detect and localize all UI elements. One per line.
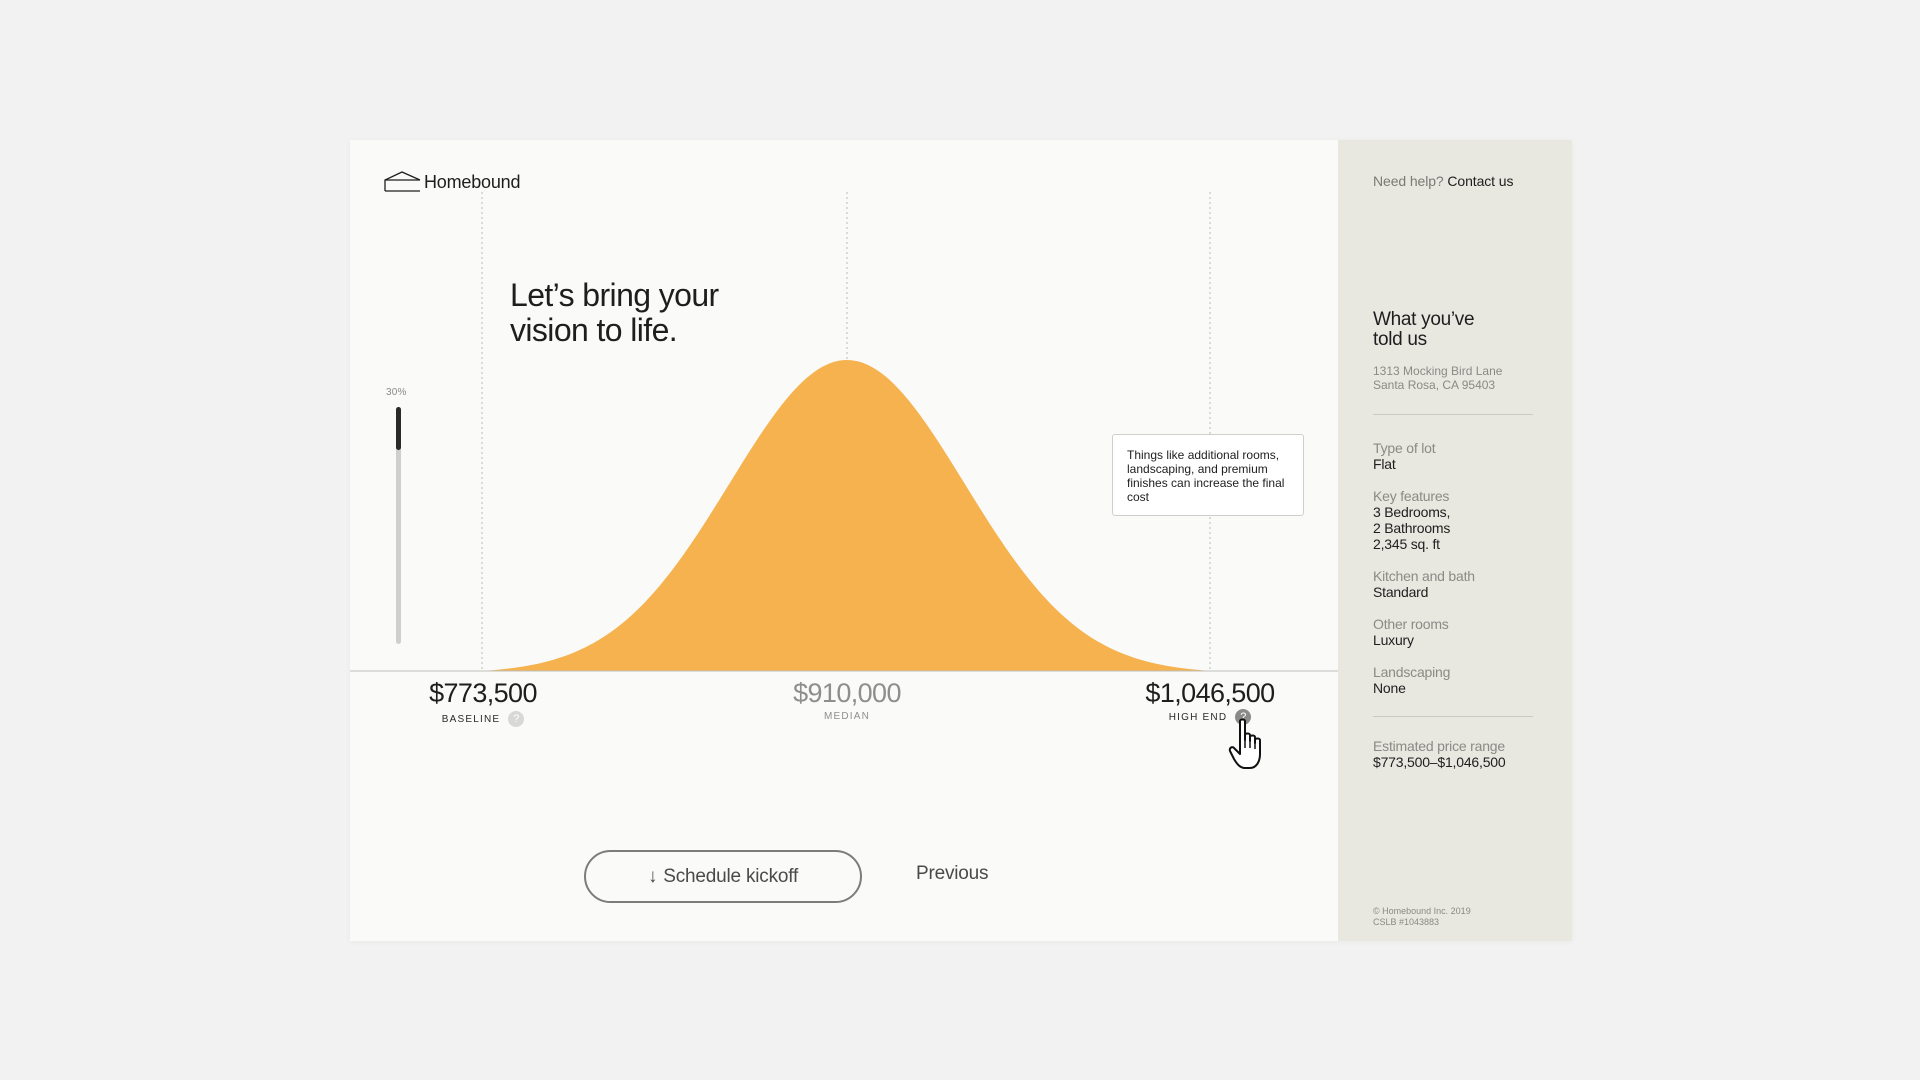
page-headline: Let’s bring your vision to life.	[510, 278, 719, 348]
high-end-price-value: $1,046,500	[1145, 678, 1275, 708]
summary-field: Other rooms Luxury	[1373, 616, 1553, 648]
pointer-hand-icon	[1228, 718, 1274, 777]
summary-title-line-1: What you’ve	[1373, 309, 1475, 330]
estimate-label: Estimated price range	[1373, 738, 1505, 754]
address-line-1: 1313 Mocking Bird Lane	[1373, 364, 1503, 378]
divider	[1373, 414, 1533, 415]
help-prefix: Need help?	[1373, 173, 1444, 189]
summary-field-value: None	[1373, 680, 1406, 696]
arrow-down-icon: ↓	[647, 865, 658, 887]
median-price: $910,000 MEDIAN	[777, 678, 917, 722]
summary-field: Type of lot Flat	[1373, 440, 1553, 472]
summary-field-label: Type of lot	[1373, 440, 1436, 456]
copyright: © Homebound Inc. 2019	[1373, 906, 1471, 916]
address: 1313 Mocking Bird Lane Santa Rosa, CA 95…	[1373, 364, 1502, 392]
summary-field: Key features 3 Bedrooms, 2 Bathrooms 2,345 …	[1373, 488, 1553, 552]
summary-field-label: Key features	[1373, 488, 1450, 504]
license-number: CSLB #1043883	[1373, 917, 1440, 927]
summary-title: What you’ve told us	[1373, 309, 1475, 350]
house-outline-icon	[384, 171, 421, 192]
summary-field-value: 3 Bedrooms, 2 Bathrooms 2,345 sq. ft	[1373, 504, 1451, 552]
estimate-value: $773,500–$1,046,500	[1373, 754, 1506, 770]
baseline-help-icon[interactable]: ?	[508, 711, 525, 727]
summary-field-label: Landscaping	[1373, 664, 1451, 680]
headline-line-2: vision to life.	[510, 312, 678, 348]
baseline-price-label: BASELINE	[441, 713, 501, 725]
baseline-price: $773,500 BASELINE ?	[422, 678, 544, 727]
bell-curve-area	[482, 360, 1210, 671]
footer: © Homebound Inc. 2019 CSLB #1043883	[1373, 906, 1471, 928]
summary-field-label: Kitchen and bath	[1373, 568, 1475, 584]
range-slider[interactable]: 30%	[386, 387, 406, 647]
estimated-price-range: Estimated price range $773,500–$1,046,50…	[1373, 738, 1506, 770]
divider	[1373, 716, 1533, 717]
brand-logo[interactable]: Homebound	[384, 170, 520, 192]
median-price-value: $910,000	[793, 678, 901, 708]
summary-field-value: Luxury	[1373, 632, 1414, 648]
median-price-label: MEDIAN	[823, 711, 871, 722]
summary-field-label: Other rooms	[1373, 616, 1449, 632]
main-panel: Homebound Let’s bring your vision to lif…	[350, 140, 1338, 941]
summary-title-line-2: told us	[1373, 329, 1427, 350]
slider-value-label: 30%	[386, 387, 407, 398]
address-line-2: Santa Rosa, CA 95403	[1373, 378, 1496, 392]
schedule-kickoff-label: Schedule kickoff	[663, 865, 799, 887]
summary-field-value: Flat	[1373, 456, 1396, 472]
headline-line-1: Let’s bring your	[510, 277, 719, 313]
summary-sidebar: Need help? Contact us What you’ve told u…	[1338, 140, 1572, 941]
previous-link[interactable]: Previous	[916, 863, 989, 885]
slider-handle[interactable]	[396, 407, 401, 450]
high-end-price-label: HIGH END	[1168, 711, 1228, 723]
summary-field: Kitchen and bath Standard	[1373, 568, 1553, 600]
baseline-price-value: $773,500	[429, 678, 537, 708]
price-distribution-chart	[350, 192, 1338, 672]
app-window: Homebound Let’s bring your vision to lif…	[350, 140, 1572, 941]
high-end-tooltip: Things like additional rooms, landscapin…	[1112, 434, 1304, 516]
summary-fields: Type of lot Flat Key features 3 Bedrooms, 2 …	[1373, 440, 1553, 712]
brand-name: Homebound	[424, 172, 521, 192]
summary-field-value: Standard	[1373, 584, 1429, 600]
help-line: Need help? Contact us	[1373, 173, 1513, 189]
contact-us-link[interactable]: Contact us	[1447, 173, 1513, 189]
schedule-kickoff-button[interactable]: ↓ Schedule kickoff	[584, 850, 862, 903]
summary-field: Landscaping None	[1373, 664, 1553, 696]
